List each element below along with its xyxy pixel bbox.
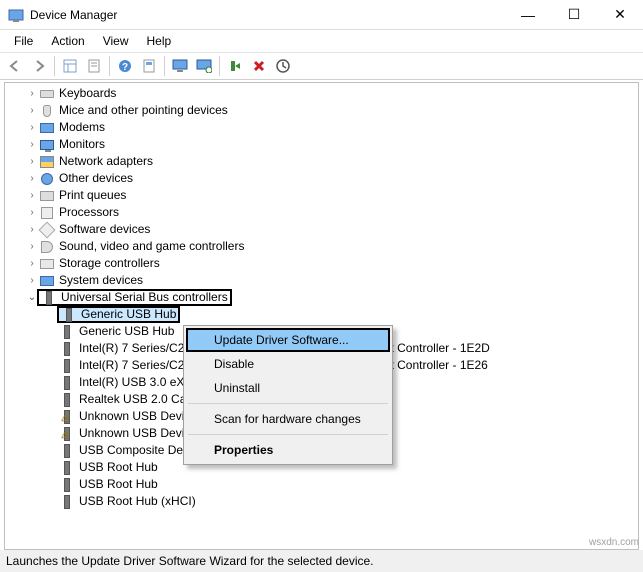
tree-item[interactable]: Generic USB Hub bbox=[5, 306, 638, 323]
monitor-button[interactable] bbox=[169, 55, 191, 77]
usb-warning-icon bbox=[59, 426, 75, 442]
ctx-separator bbox=[188, 434, 388, 435]
usb-icon bbox=[59, 392, 75, 408]
tree-category[interactable]: ›Other devices bbox=[5, 170, 638, 187]
usb-icon bbox=[59, 324, 75, 340]
modem-icon bbox=[39, 120, 55, 136]
other-icon bbox=[39, 171, 55, 187]
printer-icon bbox=[39, 188, 55, 204]
statusbar-text: Launches the Update Driver Software Wiza… bbox=[6, 554, 374, 568]
tree-category-usb[interactable]: ⌄ Universal Serial Bus controllers bbox=[5, 289, 638, 306]
forward-button[interactable] bbox=[28, 55, 50, 77]
show-hide-console-button[interactable] bbox=[59, 55, 81, 77]
storage-icon bbox=[39, 256, 55, 272]
monitor-icon bbox=[39, 137, 55, 153]
menu-file[interactable]: File bbox=[6, 32, 41, 50]
tree-category[interactable]: ›Storage controllers bbox=[5, 255, 638, 272]
close-button[interactable]: ✕ bbox=[597, 0, 643, 30]
usb-icon bbox=[59, 375, 75, 391]
tree-category[interactable]: ›Software devices bbox=[5, 221, 638, 238]
watermark: wsxdn.com bbox=[589, 537, 639, 548]
help-button[interactable]: ? bbox=[114, 55, 136, 77]
usb-icon bbox=[59, 358, 75, 374]
back-button[interactable] bbox=[4, 55, 26, 77]
usb-icon bbox=[59, 341, 75, 357]
enable-button[interactable] bbox=[224, 55, 246, 77]
tree-category[interactable]: ›Network adapters bbox=[5, 153, 638, 170]
tree-category[interactable]: ›System devices bbox=[5, 272, 638, 289]
tree-category[interactable]: ›Monitors bbox=[5, 136, 638, 153]
ctx-disable[interactable]: Disable bbox=[186, 352, 390, 376]
app-icon bbox=[8, 7, 24, 23]
sound-icon bbox=[39, 239, 55, 255]
minimize-button[interactable]: — bbox=[505, 0, 551, 30]
ctx-scan[interactable]: Scan for hardware changes bbox=[186, 407, 390, 431]
properties-button[interactable] bbox=[83, 55, 105, 77]
context-menu: Update Driver Software... Disable Uninst… bbox=[183, 325, 393, 465]
keyboard-icon bbox=[39, 86, 55, 102]
tree-item[interactable]: USB Root Hub bbox=[5, 476, 638, 493]
ctx-uninstall[interactable]: Uninstall bbox=[186, 376, 390, 400]
update-driver-button[interactable] bbox=[272, 55, 294, 77]
statusbar: Launches the Update Driver Software Wiza… bbox=[0, 550, 643, 572]
usb-icon bbox=[41, 290, 57, 306]
toolbar: ? bbox=[0, 52, 643, 80]
usb-warning-icon bbox=[59, 409, 75, 425]
device-tree: ›Keyboards ›Mice and other pointing devi… bbox=[4, 82, 639, 550]
tree-category[interactable]: ›Mice and other pointing devices bbox=[5, 102, 638, 119]
usb-icon bbox=[61, 307, 77, 323]
device-tree-scroll[interactable]: ›Keyboards ›Mice and other pointing devi… bbox=[5, 83, 638, 549]
window-title: Device Manager bbox=[30, 8, 505, 22]
ctx-update-driver[interactable]: Update Driver Software... bbox=[186, 328, 390, 352]
usb-icon bbox=[59, 477, 75, 493]
cpu-icon bbox=[39, 205, 55, 221]
network-icon bbox=[39, 154, 55, 170]
usb-icon bbox=[59, 460, 75, 476]
tree-category[interactable]: ›Processors bbox=[5, 204, 638, 221]
tree-category[interactable]: ›Print queues bbox=[5, 187, 638, 204]
scan-hardware-button[interactable] bbox=[193, 55, 215, 77]
menu-action[interactable]: Action bbox=[43, 32, 92, 50]
menu-help[interactable]: Help bbox=[139, 32, 180, 50]
menu-view[interactable]: View bbox=[95, 32, 137, 50]
ctx-separator bbox=[188, 403, 388, 404]
window-buttons: — ☐ ✕ bbox=[505, 0, 643, 30]
action-button[interactable] bbox=[138, 55, 160, 77]
menubar: File Action View Help bbox=[0, 30, 643, 52]
tree-item[interactable]: USB Root Hub (xHCI) bbox=[5, 493, 638, 510]
ctx-properties[interactable]: Properties bbox=[186, 438, 390, 462]
tree-category[interactable]: ›Keyboards bbox=[5, 85, 638, 102]
usb-icon bbox=[59, 494, 75, 510]
tree-category[interactable]: ›Sound, video and game controllers bbox=[5, 238, 638, 255]
maximize-button[interactable]: ☐ bbox=[551, 0, 597, 30]
mouse-icon bbox=[39, 103, 55, 119]
uninstall-button[interactable] bbox=[248, 55, 270, 77]
titlebar: Device Manager — ☐ ✕ bbox=[0, 0, 643, 30]
usb-icon bbox=[59, 443, 75, 459]
tree-category[interactable]: ›Modems bbox=[5, 119, 638, 136]
system-icon bbox=[39, 273, 55, 289]
svg-text:?: ? bbox=[122, 62, 128, 73]
software-icon bbox=[39, 222, 55, 238]
